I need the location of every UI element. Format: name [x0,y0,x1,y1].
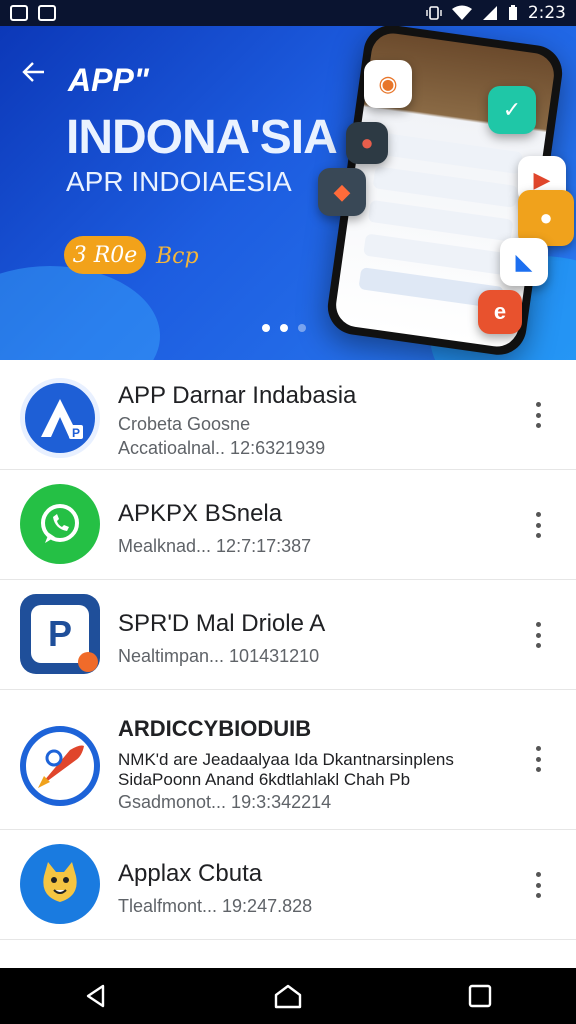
app-description: SidaPoonn Anand 6kdtlahlakl Chah Pb [118,770,411,789]
floating-app-icon: ◆ [318,168,366,216]
list-item[interactable]: APKPX BSnela Mealknad... 12:7:17:387 [0,470,576,580]
app-list: P APP Darnar Indabasia Crobeta Goosne Ac… [0,360,576,968]
app-name: ARDICCYBIODUIB [118,716,312,741]
app-meta: Mealknad... 12:7:17:387 [118,536,312,556]
more-options-icon[interactable] [530,622,546,648]
app-name: SPR'D Mal Driole A [118,610,326,637]
banner-pill-caption: Bcp [156,244,199,269]
mascot-icon [20,844,100,924]
app-meta: Tlealfmont... 19:247.828 [118,896,313,916]
list-item[interactable]: P SPR'D Mal Driole A Nealtimpan... 10143… [0,580,576,690]
floating-app-icon: ✓ [488,86,536,134]
image-notification-icon [38,5,56,21]
signal-icon [482,6,497,20]
battery-icon [508,5,517,20]
app-meta: Nealtimpan... 101431210 [118,646,320,666]
banner-pill-button[interactable]: 3 R0e [64,236,146,274]
floating-app-icon: ◉ [364,60,412,108]
status-time: 2:23 [527,3,566,23]
back-arrow-icon[interactable] [20,58,48,94]
letter-p-icon: P [20,594,100,674]
list-item[interactable]: Applax Cbuta Tlealfmont... 19:247.828 [0,830,576,940]
list-item[interactable]: ARDICCYBIODUIB NMK'd are Jeadaalyaa Ida … [0,690,576,830]
app-name: Applax Cbuta [118,860,263,887]
hero-banner[interactable]: APP" INDONA'SIA APR INDOIAESIA 3 R0e Bcp… [0,26,576,360]
whatsapp-icon [20,484,100,564]
wifi-icon [451,5,472,20]
carousel-dots[interactable] [262,324,306,332]
app-publisher: Crobeta Goosne [118,414,251,434]
banner-subtitle: APR INDOIAESIA [66,166,292,197]
more-options-icon[interactable] [530,746,546,772]
system-nav-bar [0,968,576,1024]
status-bar: 2:23 [0,0,576,26]
app-meta: Accatioalnal.. 12:6321939 [118,438,326,458]
vibrate-icon [426,6,442,20]
more-options-icon[interactable] [530,402,546,428]
app-name: APP Darnar Indabasia [118,382,357,409]
more-options-icon[interactable] [530,512,546,538]
svg-text:P: P [72,426,80,440]
carousel-dot[interactable] [280,324,288,332]
app-meta: Gsadmonot... 19:3:342214 [118,792,332,812]
more-options-icon[interactable] [530,872,546,898]
banner-title-small: APP" [68,62,149,98]
rocket-icon [20,726,100,806]
carousel-dot[interactable] [298,324,306,332]
app-description: NMK'd are Jeadaalyaa Ida Dkantnarsinplen… [118,750,454,769]
app-name: APKPX BSnela [118,500,283,527]
letter-a-icon: P [20,378,100,458]
gallery-notification-icon [10,5,28,21]
home-nav-icon[interactable] [258,976,318,1016]
recents-nav-icon[interactable] [450,976,510,1016]
carousel-dot[interactable] [262,324,270,332]
list-item[interactable]: P APP Darnar Indabasia Crobeta Goosne Ac… [0,360,576,470]
floating-app-icon: ● [346,122,388,164]
back-nav-icon[interactable] [66,976,126,1016]
floating-app-icon: e [478,290,522,334]
floating-app-icon: ◣ [500,238,548,286]
banner-title: INDONA'SIA [66,111,338,164]
